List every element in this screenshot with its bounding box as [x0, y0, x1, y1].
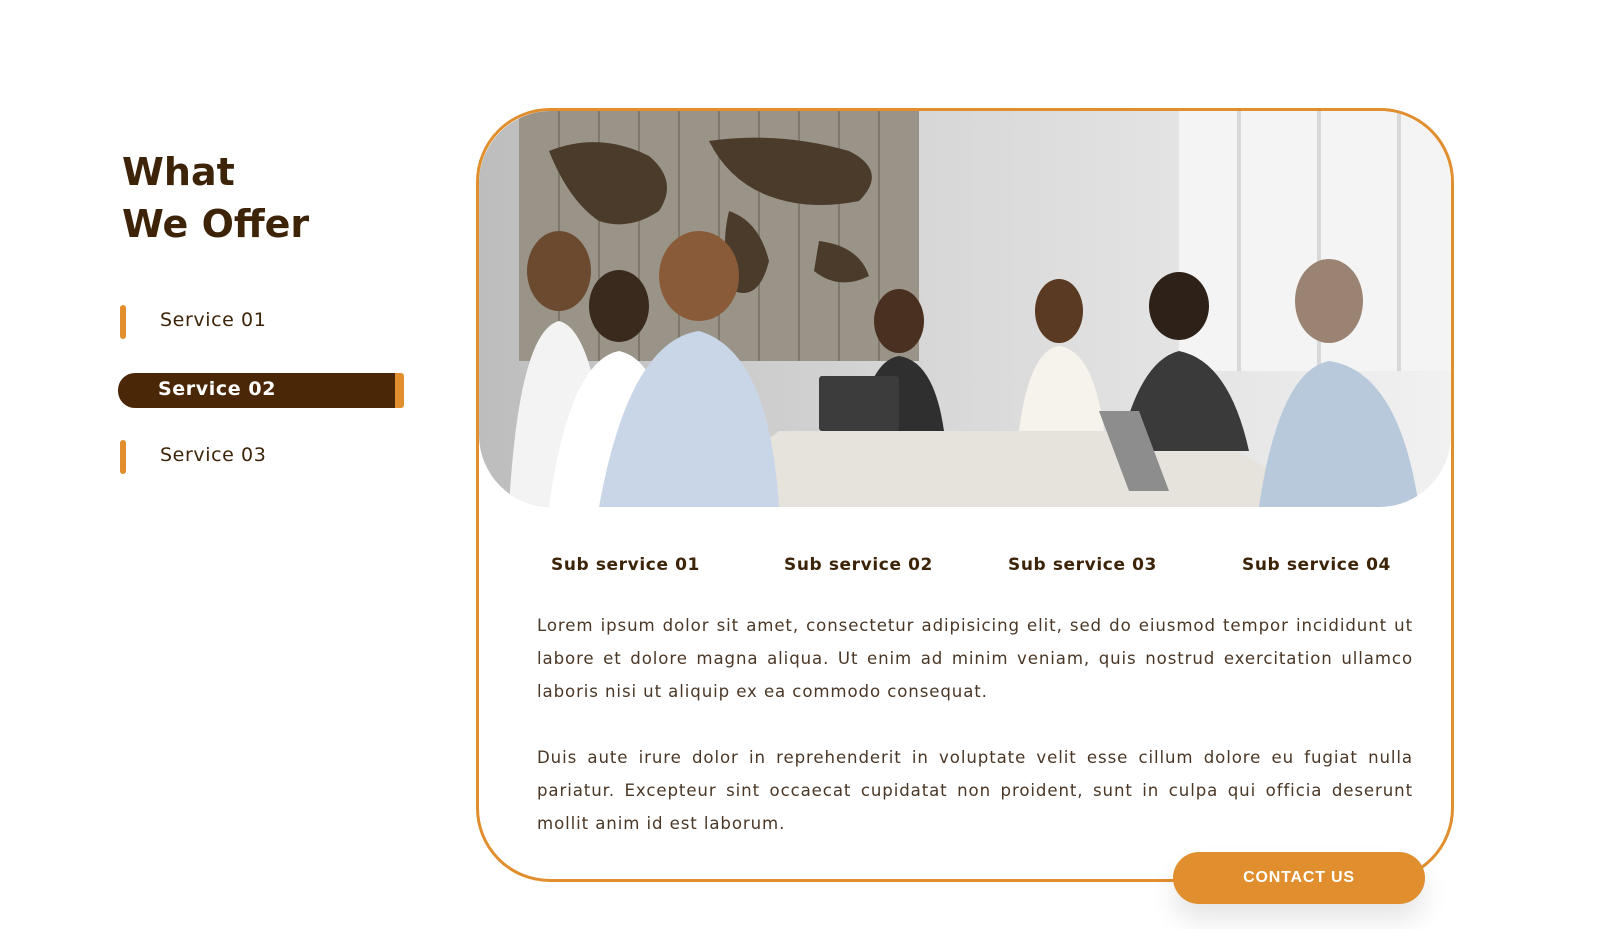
service-item-03[interactable]: Service 03: [118, 440, 400, 476]
service-item-01[interactable]: Service 01: [118, 305, 400, 341]
page-title: What We Offer: [122, 146, 309, 250]
paragraph-2: Duis aute irure dolor in reprehenderit i…: [537, 748, 1413, 833]
meeting-photo: [479, 111, 1451, 507]
tab-sub-service-01[interactable]: Sub service 01: [551, 555, 700, 575]
service-card: Sub service 01 Sub service 02 Sub servic…: [476, 108, 1454, 882]
title-line-1: What: [122, 150, 235, 194]
tab-sub-service-04[interactable]: Sub service 04: [1242, 555, 1391, 575]
service-label: Service 02: [158, 378, 277, 400]
service-active-marker: [395, 373, 404, 408]
meeting-photo-illustration: [479, 111, 1451, 507]
slide: What We Offer Service 01 Service 02 Serv…: [0, 0, 1600, 929]
service-marker: [120, 440, 126, 474]
paragraph-1: Lorem ipsum dolor sit amet, consectetur …: [537, 616, 1413, 701]
sub-service-tabs: Sub service 01 Sub service 02 Sub servic…: [551, 555, 1411, 581]
tab-sub-service-02[interactable]: Sub service 02: [784, 555, 933, 575]
title-line-2: We Offer: [122, 202, 310, 246]
description: Lorem ipsum dolor sit amet, consectetur …: [537, 609, 1413, 840]
service-marker: [120, 305, 126, 339]
service-item-02[interactable]: Service 02: [118, 373, 404, 408]
contact-us-button[interactable]: CONTACT US: [1173, 852, 1425, 904]
service-label: Service 01: [160, 309, 267, 331]
service-list: Service 01 Service 02 Service 03: [118, 305, 408, 508]
service-label: Service 03: [160, 444, 267, 466]
tab-sub-service-03[interactable]: Sub service 03: [1008, 555, 1157, 575]
